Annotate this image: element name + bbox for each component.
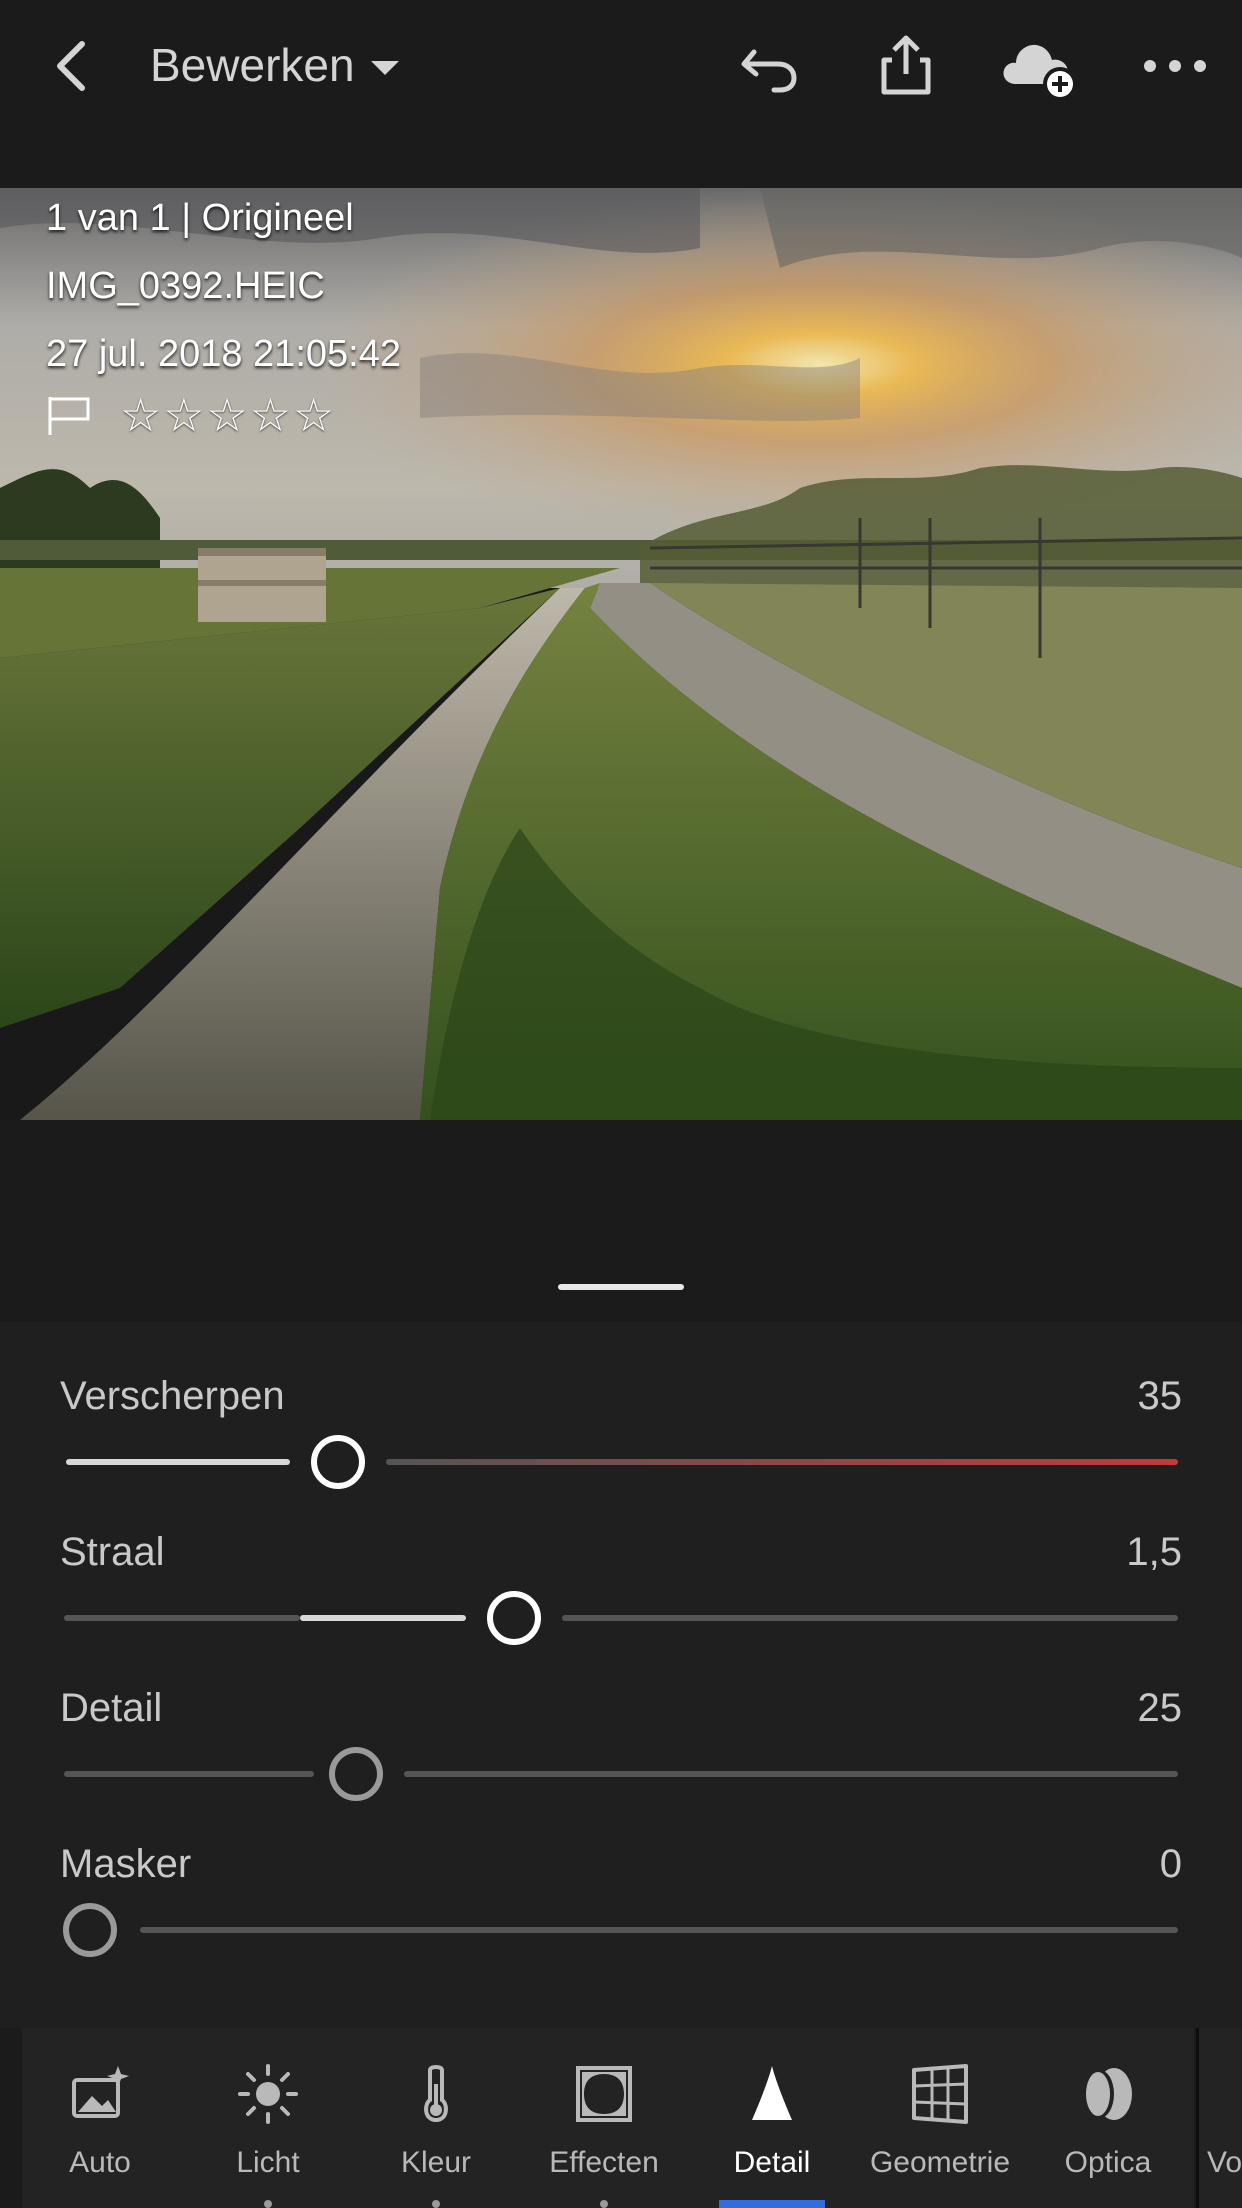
rating-row: ☆☆☆☆☆ [46, 388, 336, 442]
more-icon[interactable] [1140, 30, 1210, 102]
detail-panel: Verscherpen 35 Straal 1,5 Detail 25 Mask… [0, 1322, 1242, 2028]
radius-slider[interactable] [60, 1586, 1182, 1650]
tool-indicator-dot [264, 2200, 272, 2208]
tool-label: Licht [236, 2146, 300, 2179]
detail-slider[interactable] [60, 1742, 1182, 1806]
sun-icon [236, 2062, 300, 2126]
tool-auto[interactable]: Auto [16, 2028, 184, 2208]
vignette-icon [572, 2062, 636, 2126]
slider-label: Masker [60, 1842, 192, 1886]
thermometer-icon [404, 2062, 468, 2126]
slider-thumb[interactable] [487, 1591, 541, 1645]
star-rating[interactable]: ☆☆☆☆☆ [120, 388, 336, 442]
masking-slider[interactable] [60, 1898, 1182, 1962]
chevron-down-icon [370, 61, 399, 75]
photo-counter: 1 van 1 | Origineel [46, 197, 354, 239]
geometry-grid-icon [908, 2062, 972, 2126]
slider-value: 1,5 [1126, 1530, 1182, 1574]
tool-effecten[interactable]: Effecten [520, 2028, 688, 2208]
edit-tools-bar: Auto Licht Kleur Effecten Detail Geometr… [0, 2028, 1242, 2208]
cloud-add-icon[interactable] [998, 30, 1082, 102]
slider-value: 0 [1159, 1842, 1182, 1886]
share-icon[interactable] [870, 30, 942, 102]
slider-thumb[interactable] [311, 1435, 365, 1489]
tool-label: Effecten [549, 2146, 659, 2179]
photo-filename: IMG_0392.HEIC [46, 265, 325, 307]
tool-kleur[interactable]: Kleur [352, 2028, 520, 2208]
tool-label: Auto [69, 2146, 131, 2179]
slider-label: Straal [60, 1530, 165, 1574]
slider-masker: Masker 0 [60, 1832, 1182, 1988]
tool-optica[interactable]: Optica [1024, 2028, 1192, 2208]
tool-detail[interactable]: Detail [688, 2028, 856, 2208]
back-chevron-icon[interactable] [44, 36, 104, 96]
active-tab-indicator [719, 2200, 825, 2208]
tool-label: Detail [733, 2146, 811, 2179]
app: Bewerken 1 van 1 | Origineel IMG_0392.HE… [0, 0, 1242, 2208]
slider-value: 25 [1137, 1686, 1183, 1730]
tool-label: Vo [1207, 2146, 1242, 2179]
panel-handle-area [0, 1120, 1242, 1322]
edit-menu-title[interactable]: Bewerken [150, 38, 399, 92]
tool-licht[interactable]: Licht [184, 2028, 352, 2208]
undo-icon[interactable] [734, 30, 806, 102]
slider-verscherpen: Verscherpen 35 [60, 1364, 1182, 1520]
photo-info-overlay: 1 van 1 | Origineel IMG_0392.HEIC 27 jul… [46, 184, 401, 388]
flag-icon[interactable] [46, 395, 92, 435]
page-title: Bewerken [150, 39, 355, 91]
tool-partial[interactable]: Vo [1196, 2028, 1242, 2208]
slider-label: Detail [60, 1686, 163, 1730]
slider-value: 35 [1137, 1374, 1183, 1418]
detail-triangle-icon [740, 2062, 804, 2126]
tool-indicator-dot [432, 2200, 440, 2208]
slider-label: Verscherpen [60, 1374, 285, 1418]
sharpening-slider[interactable] [60, 1430, 1182, 1494]
slider-thumb[interactable] [63, 1903, 117, 1957]
tool-label: Optica [1064, 2146, 1152, 2179]
tool-indicator-dot [600, 2200, 608, 2208]
slider-detail: Detail 25 [60, 1676, 1182, 1832]
lens-icon [1076, 2062, 1140, 2126]
slider-thumb[interactable] [329, 1747, 383, 1801]
auto-icon [68, 2062, 132, 2126]
tool-geometrie[interactable]: Geometrie [856, 2028, 1024, 2208]
tool-label: Geometrie [869, 2146, 1011, 2179]
panel-drag-handle[interactable] [558, 1284, 684, 1290]
top-bar: Bewerken [0, 0, 1242, 188]
photo-datetime: 27 jul. 2018 21:05:42 [46, 333, 401, 375]
slider-straal: Straal 1,5 [60, 1520, 1182, 1676]
tool-label: Kleur [400, 2146, 472, 2179]
